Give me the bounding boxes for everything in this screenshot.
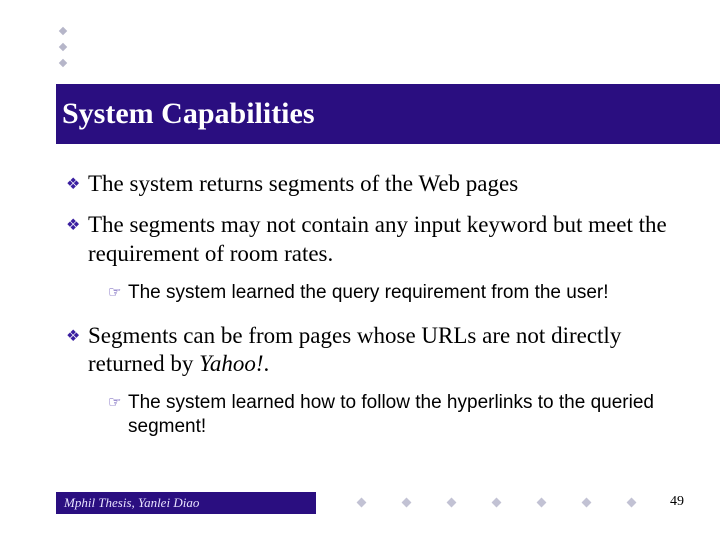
slide: System Capabilities ❖ The system returns… bbox=[0, 0, 720, 540]
bullet-text: The segments may not contain any input k… bbox=[88, 211, 680, 269]
bullet-text-post: . bbox=[263, 351, 269, 376]
slide-title: System Capabilities bbox=[62, 97, 315, 131]
footer-bar: Mphil Thesis, Yanlei Diao bbox=[56, 492, 316, 514]
diamond-bullet-icon: ❖ bbox=[66, 211, 88, 240]
bullet-text: The system returns segments of the Web p… bbox=[88, 170, 518, 199]
diamond-bullet-icon: ❖ bbox=[66, 170, 88, 199]
deco-dot bbox=[59, 43, 67, 51]
bullet-text: Segments can be from pages whose URLs ar… bbox=[88, 322, 680, 380]
page-number: 49 bbox=[670, 494, 684, 510]
bottom-decorative-dots bbox=[358, 499, 635, 506]
sub-bullet-item: ☞ The system learned the query requireme… bbox=[108, 281, 680, 306]
hand-bullet-icon: ☞ bbox=[108, 281, 128, 306]
bullet-item: ❖ The segments may not contain any input… bbox=[66, 211, 680, 269]
bullet-text-emph: Yahoo! bbox=[199, 351, 263, 376]
top-decorative-dots bbox=[60, 28, 66, 66]
deco-dot bbox=[357, 498, 367, 508]
bullet-item: ❖ The system returns segments of the Web… bbox=[66, 170, 680, 199]
deco-dot bbox=[537, 498, 547, 508]
deco-dot bbox=[492, 498, 502, 508]
sub-bullet-text: The system learned how to follow the hyp… bbox=[128, 391, 680, 439]
sub-bullet-text: The system learned the query requirement… bbox=[128, 281, 609, 305]
title-bar: System Capabilities bbox=[56, 84, 720, 144]
bullet-text-pre: Segments can be from pages whose URLs ar… bbox=[88, 323, 621, 377]
deco-dot bbox=[627, 498, 637, 508]
sub-bullet-item: ☞ The system learned how to follow the h… bbox=[108, 391, 680, 439]
deco-dot bbox=[582, 498, 592, 508]
content-area: ❖ The system returns segments of the Web… bbox=[66, 170, 680, 455]
deco-dot bbox=[402, 498, 412, 508]
deco-dot bbox=[59, 27, 67, 35]
footer-text: Mphil Thesis, Yanlei Diao bbox=[64, 495, 199, 511]
bullet-item: ❖ Segments can be from pages whose URLs … bbox=[66, 322, 680, 380]
deco-dot bbox=[59, 59, 67, 67]
hand-bullet-icon: ☞ bbox=[108, 391, 128, 416]
deco-dot bbox=[447, 498, 457, 508]
diamond-bullet-icon: ❖ bbox=[66, 322, 88, 351]
